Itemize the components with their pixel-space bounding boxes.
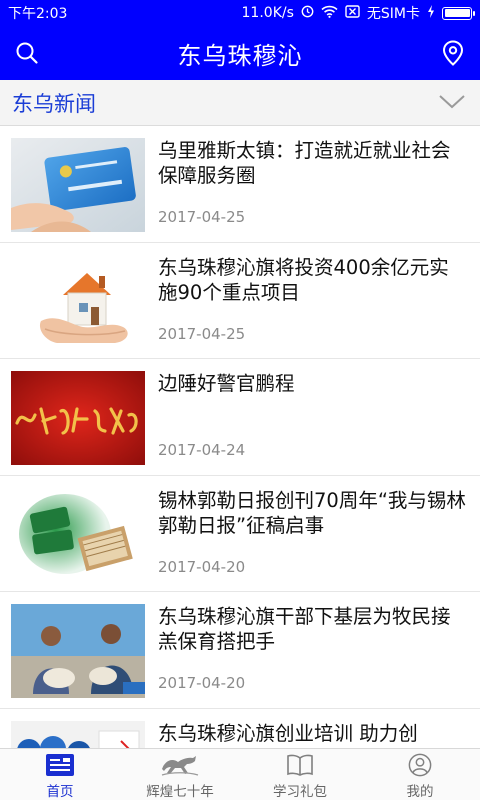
red-calligraphy-banner-image xyxy=(11,371,145,465)
network-speed: 11.0K/s xyxy=(241,5,294,21)
news-title: 乌里雅斯太镇：打造就近就业社会保障服务圈 xyxy=(158,139,451,187)
tab-label: 学习礼包 xyxy=(273,784,327,800)
user-profile-icon xyxy=(408,753,432,777)
news-title: 锡林郭勒日报创刊70周年“我与锡林郭勒日报”征稿启事 xyxy=(158,488,466,537)
social-security-card-image xyxy=(11,138,145,232)
home-news-icon xyxy=(46,754,74,776)
section-header: 东乌新闻 xyxy=(0,80,480,126)
news-item[interactable]: 边陲好警官鹏程 2017-04-24 xyxy=(0,359,480,476)
tab-seventy-years[interactable]: 辉煌七十年 xyxy=(120,749,240,800)
news-title: 东乌珠穆沁旗创业培训 助力创 xyxy=(158,721,418,745)
status-indicators: 11.0K/s 无SIM卡 xyxy=(241,3,475,23)
news-item[interactable]: 东乌珠穆沁旗干部下基层为牧民接羔保育搭把手 2017-04-20 xyxy=(0,592,480,709)
news-date: 2017-04-20 xyxy=(158,674,246,692)
galloping-horse-icon xyxy=(161,756,199,776)
tab-label: 辉煌七十年 xyxy=(146,784,214,800)
sim-status: 无SIM卡 xyxy=(366,6,420,22)
news-date: 2017-04-20 xyxy=(158,557,246,576)
herders-with-lambs-image xyxy=(11,604,145,698)
app-title: 东乌珠穆沁 xyxy=(177,41,303,70)
news-title: 东乌珠穆沁旗干部下基层为牧民接羔保育搭把手 xyxy=(158,605,451,653)
open-book-icon xyxy=(287,754,313,776)
house-in-hands-image xyxy=(11,254,145,349)
tab-mine[interactable]: 我的 xyxy=(360,749,480,800)
app-screen: 下午2:03 11.0K/s 无SIM卡 东乌珠穆沁 东乌新闻 乌里雅斯太镇：打… xyxy=(0,0,480,800)
app-bar: 东乌珠穆沁 xyxy=(0,26,480,80)
location-pin-icon xyxy=(442,40,464,66)
news-item[interactable]: 东乌珠穆沁旗将投资400余亿元实施90个重点项目 2017-04-25 xyxy=(0,243,480,359)
news-date: 2017-04-25 xyxy=(158,208,246,226)
news-title: 东乌珠穆沁旗将投资400余亿元实施90个重点项目 xyxy=(158,255,449,304)
tab-label: 首页 xyxy=(46,784,74,800)
search-icon xyxy=(16,42,38,64)
news-date: 2017-04-24 xyxy=(158,441,246,459)
bottom-nav: 首页 辉煌七十年 学习礼包 我的 xyxy=(0,748,480,800)
news-title: 边陲好警官鹏程 xyxy=(158,372,295,395)
section-title: 东乌新闻 xyxy=(12,91,96,116)
news-item[interactable]: 乌里雅斯太镇：打造就近就业社会保障服务圈 2017-04-25 xyxy=(0,126,480,243)
tab-home[interactable]: 首页 xyxy=(0,749,120,800)
status-time: 下午2:03 xyxy=(8,6,68,22)
tab-label: 我的 xyxy=(406,784,434,800)
tab-study-pack[interactable]: 学习礼包 xyxy=(240,749,360,800)
no-sim-icon xyxy=(345,4,360,22)
charging-icon xyxy=(427,4,435,22)
status-bar: 下午2:03 11.0K/s 无SIM卡 xyxy=(0,0,480,26)
battery-icon xyxy=(442,6,475,20)
alarm-icon xyxy=(301,5,314,22)
call-for-papers-image xyxy=(11,487,145,582)
news-date: 2017-04-25 xyxy=(158,324,246,343)
wifi-icon xyxy=(321,5,338,22)
training-image xyxy=(11,720,145,748)
chevron-down-icon[interactable] xyxy=(438,93,466,115)
search-button[interactable] xyxy=(0,26,54,80)
location-button[interactable] xyxy=(426,26,480,80)
news-item[interactable]: 东乌珠穆沁旗创业培训 助力创 xyxy=(0,709,480,748)
news-list: 乌里雅斯太镇：打造就近就业社会保障服务圈 2017-04-25 东乌珠穆沁旗将投… xyxy=(0,126,480,748)
news-item[interactable]: 锡林郭勒日报创刊70周年“我与锡林郭勒日报”征稿启事 2017-04-20 xyxy=(0,476,480,592)
battery-level xyxy=(444,9,470,17)
